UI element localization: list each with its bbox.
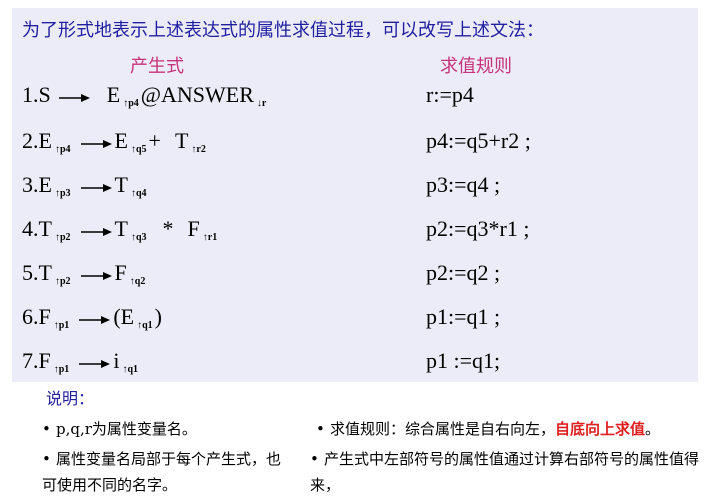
attribute-subscript: ↓r [256,98,267,109]
rule-cell: p2:=q3*r1 ; [426,216,530,241]
production-row: 5.T ↑p2 F ↑q2 p2:=q2 ; [22,256,682,290]
production-symbol: @ANSWER [140,82,254,107]
note-text: 求值规则：综合属性是自右向左， [330,420,556,438]
rule-cell: p3:=q4 ; [426,172,501,197]
note-local-names: • 属性变量名局部于每个产生式，也可使用不同的名字。 [42,446,282,498]
attribute-subscript: ↑p3 [54,188,71,199]
production-symbol: i [113,348,120,373]
production-symbol: 1.S [22,82,51,107]
production-symbol: (E [113,304,135,329]
production-symbol: 2.E [22,128,52,153]
attribute-subscript: ↑p1 [53,320,70,331]
production-cell: 3.E ↑p3 T ↑q4 [22,168,149,211]
rule-cell: r:=p4 [426,82,474,107]
note-synthesized: • 产生式中左部符号的属性值通过计算右部符号的属性值得来， [310,446,705,498]
production-row: 6.F ↑p1 (E ↑q1) p1:=q1 ; [22,300,682,334]
production-symbol: + [148,128,161,153]
production-symbol: 3.E [22,172,52,197]
attribute-subscript: ↑q1 [137,320,153,331]
production-symbol: * [162,216,174,241]
production-cell: 4.T ↑p2 T ↑q3 * F ↑r1 [22,212,219,255]
production-symbol: 4.T [22,216,52,241]
note-text: 产生式中左部符号的属性值通过计算右部符号的属性值得来， [310,450,700,494]
right-arrow-icon [77,344,111,378]
production-symbol: F [187,216,200,241]
bullet-icon: • [42,450,51,468]
emphasis-text: 自底向上求值 [555,420,646,438]
production-symbol: 6.F [22,304,51,329]
note-text: 属性变量名局部于每个产生式，也可使用不同的名字。 [42,450,282,494]
production-row: 4.T ↑p2 T ↑q3 * F ↑r1 p2:=q3*r1 ; [22,212,682,246]
production-cell: 5.T ↑p2 F ↑q2 [22,256,147,299]
right-arrow-icon [79,124,113,158]
attribute-subscript: ↑q4 [130,188,147,199]
attribute-subscript: ↑r1 [202,232,218,243]
production-cell: 1.S E ↑p4@ANSWER ↓r [22,78,268,121]
attribute-subscript: ↑p4 [123,98,139,109]
attribute-subscript: ↑q5 [130,144,147,155]
rule-header: 求值规则 [440,56,512,77]
attribute-subscript: ↑q1 [122,364,138,375]
right-arrow-icon [79,256,113,290]
production-row: 7.F ↑p1 i ↑q1 p1 :=q1; [22,344,682,378]
note-eval-rule: • 求值规则：综合属性是自右向左，自底向上求值。 [316,416,711,442]
production-row: 1.S E ↑p4@ANSWER ↓r r:=p4 [22,78,682,112]
right-arrow-icon [79,212,113,246]
production-symbol: T [174,128,189,153]
production-row: 3.E ↑p3 T ↑q4 p3:=q4 ; [22,168,682,202]
note-variable-names: • p,q,r为属性变量名。 [42,416,292,442]
bullet-icon: • [310,450,319,468]
production-cell: 2.E ↑p4 E ↑q5+ T ↑r2 [22,124,208,167]
notes-title: 说明： [46,389,95,408]
bullet-icon: • [42,420,51,438]
attribute-subscript: ↑p2 [54,232,71,243]
production-header: 产生式 [130,56,184,77]
rule-cell: p2:=q2 ; [426,260,501,285]
note-text: p,q,r为属性变量名。 [56,420,197,438]
note-text-end: 。 [645,420,661,438]
production-symbol: E [114,128,128,153]
production-symbol: 5.T [22,260,52,285]
intro-text: 为了形式地表示上述表达式的属性求值过程，可以改写上述文法： [22,20,544,41]
rule-cell: p1:=q1 ; [426,304,501,329]
production-cell: 6.F ↑p1 (E ↑q1) [22,300,162,343]
right-arrow-icon [57,78,91,112]
production-row: 2.E ↑p4 E ↑q5+ T ↑r2 p4:=q5+r2 ; [22,124,682,158]
attribute-subscript: ↑q2 [129,276,146,287]
grammar-panel: 为了形式地表示上述表达式的属性求值过程，可以改写上述文法： 产生式 求值规则 1… [12,8,698,382]
production-symbol: E [106,82,121,107]
attribute-subscript: ↑p4 [54,144,71,155]
production-symbol: T [114,216,128,241]
attribute-subscript: ↑p1 [53,364,70,375]
production-cell: 7.F ↑p1 i ↑q1 [22,344,140,387]
production-symbol: ) [154,304,162,329]
rule-cell: p1 :=q1; [426,348,501,373]
attribute-subscript: ↑p2 [54,276,71,287]
attribute-subscript: ↑q3 [130,232,147,243]
right-arrow-icon [77,300,111,334]
production-symbol: T [114,172,128,197]
attribute-subscript: ↑r2 [191,144,206,155]
right-arrow-icon [79,168,113,202]
production-symbol: 7.F [22,348,51,373]
production-symbol: F [114,260,127,285]
bullet-icon: • [316,420,325,438]
rule-cell: p4:=q5+r2 ; [426,128,531,153]
